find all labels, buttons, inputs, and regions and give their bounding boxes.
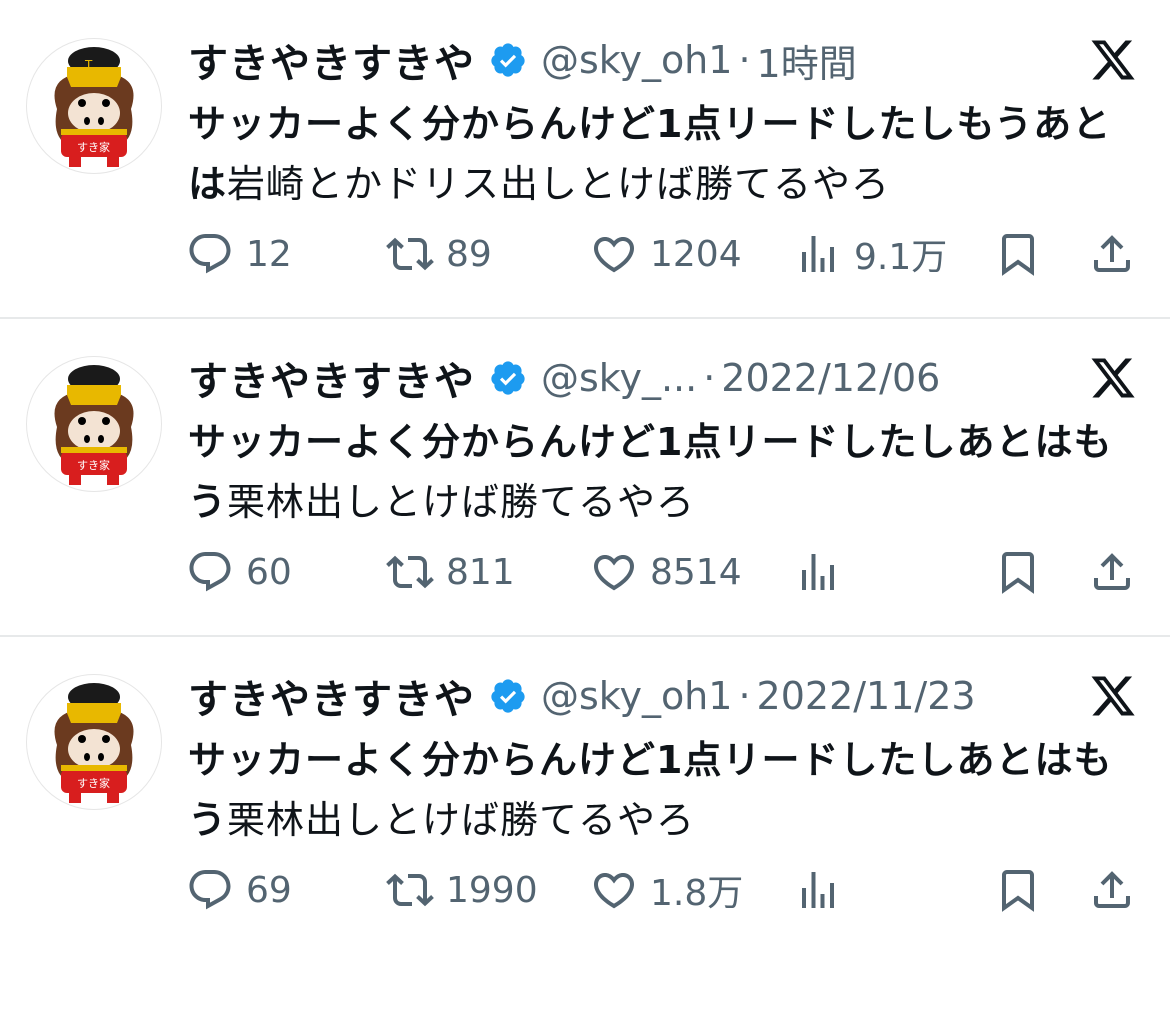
views-button[interactable]: 9.1万 (794, 224, 947, 284)
views-count: 9.1万 (854, 237, 948, 278)
retweet-icon (386, 873, 434, 907)
like-icon (593, 873, 635, 909)
share-button[interactable] (1088, 224, 1136, 284)
x-logo-icon (1091, 358, 1135, 398)
avatar-logo-text: すき家 (77, 140, 110, 154)
views-icon (802, 872, 834, 908)
views-button[interactable] (794, 542, 854, 602)
retweet-count: 811 (446, 551, 515, 593)
avatar[interactable]: すき家 (26, 356, 162, 492)
x-logo-icon (1091, 676, 1135, 716)
retweet-button[interactable]: 811 (386, 542, 515, 602)
like-button[interactable]: 1204 (590, 224, 742, 284)
bookmark-icon (1002, 234, 1034, 276)
reply-count: 69 (246, 869, 292, 911)
tweet-header: すきやきすきや @sky_oh1 · 2022/11/23 (188, 666, 976, 726)
verified-badge-icon (491, 43, 525, 77)
avatar[interactable]: すき家 (26, 674, 162, 810)
retweet-button[interactable]: 89 (386, 224, 492, 284)
views-icon (802, 554, 834, 590)
like-icon (593, 237, 635, 273)
avatar-logo-text: すき家 (77, 458, 110, 472)
tweet-actions: 60 811 8514 (0, 542, 1170, 602)
reply-count: 60 (246, 551, 292, 593)
timestamp[interactable]: 2022/12/06 (721, 356, 940, 400)
reply-button[interactable]: 60 (186, 542, 292, 602)
svg-text:T: T (84, 58, 93, 72)
tweet-card[interactable]: すき家 すきやきすきや @sky_... · 2022/12/06 サッカーよく… (0, 318, 1170, 636)
reply-icon (189, 234, 231, 274)
tweet-actions: 69 1990 1.8万 (0, 860, 1170, 920)
retweet-icon (386, 555, 434, 589)
share-icon (1094, 871, 1130, 908)
separator-dot: · (738, 38, 751, 82)
handle[interactable]: @sky_oh1 (541, 38, 732, 82)
bookmark-button[interactable] (994, 542, 1042, 602)
like-count: 1.8万 (650, 873, 744, 914)
share-icon (1094, 553, 1130, 590)
retweet-count: 89 (446, 233, 492, 275)
display-name[interactable]: すきやきすきや (188, 349, 475, 407)
display-name[interactable]: すきやきすきや (188, 31, 475, 89)
retweet-button[interactable]: 1990 (386, 860, 538, 920)
views-icon (802, 236, 834, 272)
bookmark-button[interactable] (994, 224, 1042, 284)
tweet-header: すきやきすきや @sky_oh1 · 1時間 (188, 30, 857, 90)
x-logo-icon (1091, 40, 1135, 80)
reply-icon (189, 870, 231, 910)
avatar-logo-text: すき家 (77, 776, 110, 790)
share-icon (1094, 235, 1130, 272)
tweet-text-regular: 栗林出しとけば勝てるやろ (227, 480, 696, 524)
reply-button[interactable]: 69 (186, 860, 292, 920)
like-icon (593, 555, 635, 591)
timestamp[interactable]: 2022/11/23 (757, 674, 976, 718)
reply-icon (189, 552, 231, 592)
bookmark-button[interactable] (994, 860, 1042, 920)
like-count: 8514 (650, 551, 742, 593)
tweet-text: サッカーよく分からんけど1点リードしたしあとはもう栗林出しとけば勝てるやろ (188, 730, 1148, 850)
handle[interactable]: @sky_oh1 (541, 674, 732, 718)
handle[interactable]: @sky_... (541, 356, 697, 400)
retweet-icon (386, 237, 434, 271)
reply-button[interactable]: 12 (186, 224, 292, 284)
bookmark-icon (1002, 552, 1034, 594)
tweet-header: すきやきすきや @sky_... · 2022/12/06 (188, 348, 940, 408)
tweet-card[interactable]: すき家 すきやきすきや @sky_oh1 · 2022/11/23 サッカーよく… (0, 636, 1170, 954)
bookmark-icon (1002, 870, 1034, 912)
like-count: 1204 (650, 233, 742, 275)
tweet-text: サッカーよく分からんけど1点リードしたしもうあとは岩崎とかドリス出しとけば勝てる… (188, 94, 1148, 214)
timestamp[interactable]: 1時間 (757, 33, 857, 88)
verified-badge-icon (491, 679, 525, 713)
tweet-text-regular: 栗林出しとけば勝てるやろ (227, 798, 696, 842)
reply-count: 12 (246, 233, 292, 275)
separator-dot: · (738, 674, 751, 718)
avatar[interactable]: T すき家 (26, 38, 162, 174)
retweet-count: 1990 (446, 869, 538, 911)
tweet-card[interactable]: T すき家 すきやきすきや @sky_oh1 · 1時間 サッカーよく分からんけ… (0, 0, 1170, 318)
tweet-actions: 12 89 1204 9.1万 (0, 224, 1170, 284)
separator-dot: · (703, 356, 716, 400)
tweet-text-regular: 岩崎とかドリス出しとけば勝てるやろ (227, 162, 891, 206)
verified-badge-icon (491, 361, 525, 395)
views-button[interactable] (794, 860, 854, 920)
like-button[interactable]: 8514 (590, 542, 742, 602)
tweet-text: サッカーよく分からんけど1点リードしたしあとはもう栗林出しとけば勝てるやろ (188, 412, 1148, 532)
display-name[interactable]: すきやきすきや (188, 667, 475, 725)
share-button[interactable] (1088, 542, 1136, 602)
like-button[interactable]: 1.8万 (590, 860, 743, 920)
share-button[interactable] (1088, 860, 1136, 920)
